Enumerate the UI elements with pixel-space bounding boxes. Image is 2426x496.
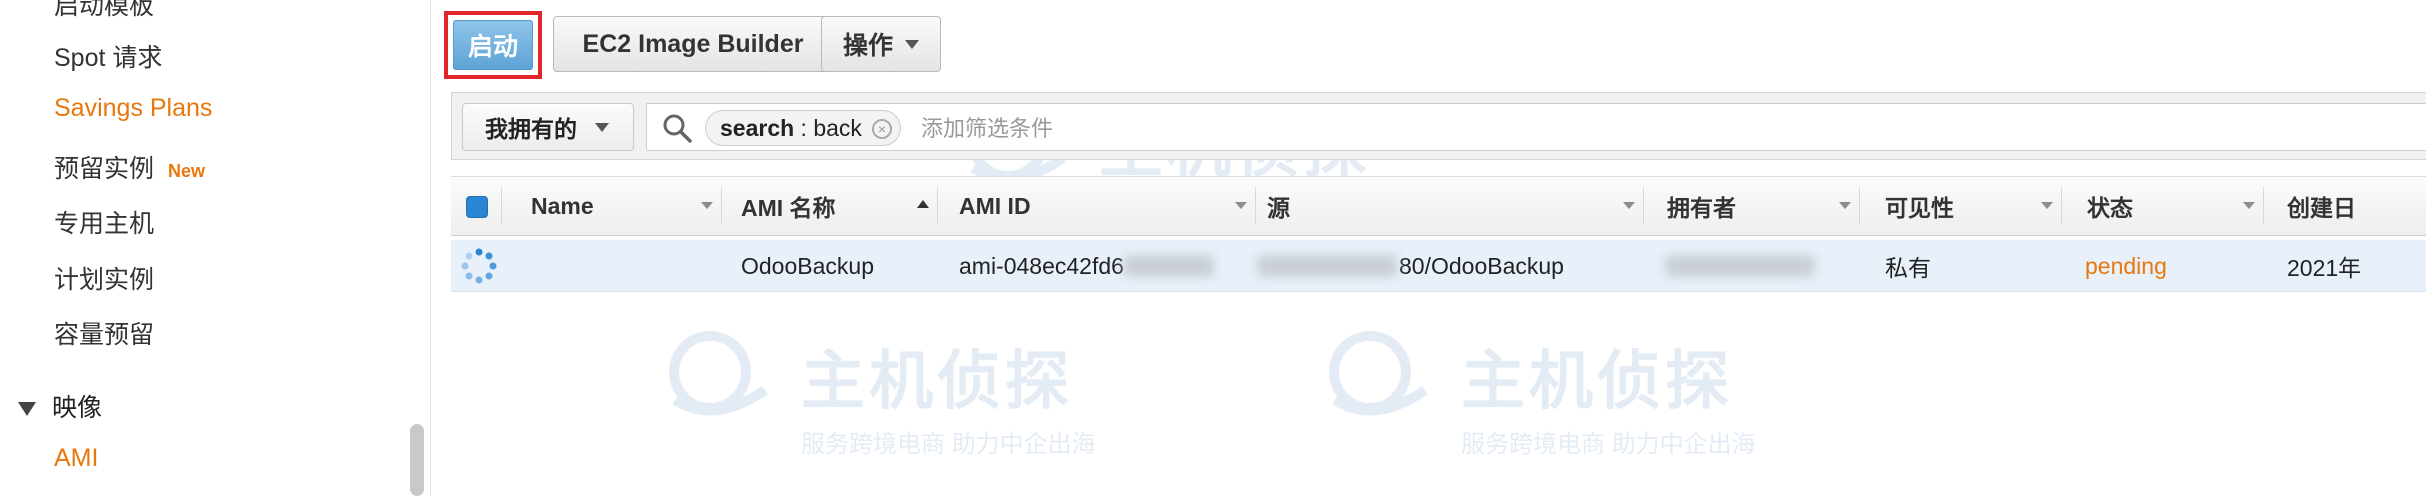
token-value: back [813, 114, 862, 141]
redacted-text [1665, 255, 1815, 277]
column-header-visibility[interactable]: 可见性 [1885, 177, 1954, 235]
column-divider [721, 187, 722, 225]
redacted-text [1123, 255, 1214, 277]
sidebar-item-ami[interactable]: AMI [54, 444, 98, 473]
column-header-ami-id[interactable]: AMI ID [959, 177, 1031, 235]
column-divider [937, 187, 938, 225]
sidebar-item-reserved-instances[interactable]: 预留实例 New [54, 149, 205, 185]
select-all-checkbox[interactable] [466, 196, 488, 218]
actions-label: 操作 [842, 32, 893, 60]
column-header-created[interactable]: 创建日 [2287, 177, 2356, 235]
column-divider [2061, 187, 2062, 225]
owner-filter-select[interactable]: 我拥有的 [462, 103, 634, 151]
column-header-label: AMI 名称 [741, 195, 836, 221]
column-header-label: 源 [1267, 195, 1290, 221]
cell-ami-name: OdooBackup [741, 252, 874, 279]
search-token[interactable]: search : back × [705, 110, 901, 146]
sort-icon[interactable] [701, 202, 713, 209]
sidebar-item-label: AMI [54, 444, 99, 472]
cell-visibility: 私有 [1885, 255, 1931, 281]
cell-owner [1665, 240, 1815, 292]
table-row[interactable]: OdooBackup ami-048ec42fd6 80/OdooBackup … [451, 240, 2426, 292]
sidebar-item-label: Spot 请求 [54, 44, 163, 72]
column-divider [1643, 187, 1644, 225]
sort-icon[interactable] [2041, 202, 2053, 209]
sidebar-item-label: Savings Plans [54, 94, 213, 122]
column-header-label: 可见性 [1885, 195, 1954, 221]
sidebar-item-label: 容量预留 [54, 321, 155, 349]
sidebar-item-label: 启动模板 [54, 0, 155, 20]
token-key: search [720, 114, 795, 141]
sidebar-item-launch-templates[interactable]: 启动模板 [54, 0, 154, 22]
sort-icon[interactable] [1235, 202, 1247, 209]
cell-created: 2021年 [2287, 255, 2362, 281]
sidebar-item-capacity-reservations[interactable]: 容量预留 [54, 315, 154, 351]
column-header-label: 状态 [2087, 195, 2133, 221]
token-separator: : [794, 114, 814, 141]
chevron-down-icon [595, 122, 609, 132]
close-icon[interactable]: × [871, 119, 892, 139]
column-divider [501, 187, 502, 225]
main-panel: 服务跨境电商 助力中企出海 服务跨境电商 助力中企出海 主机侦探 服务跨境电商 … [431, 0, 2426, 496]
column-divider [1859, 187, 1860, 225]
sidebar-item-spot-requests[interactable]: Spot 请求 [54, 38, 162, 74]
table-header: Name AMI 名称 AMI ID 源 拥有者 可见性 状态 创建日 [451, 176, 2426, 236]
search-box[interactable]: search : back × [646, 103, 2426, 151]
new-badge: New [168, 161, 206, 181]
sidebar-section-images[interactable]: 映像 [18, 388, 102, 424]
status-badge: pending [2085, 252, 2167, 279]
watermark-title: 主机侦探 [801, 345, 1073, 417]
column-header-label: Name [531, 192, 594, 219]
watermark-subtitle: 服务跨境电商 助力中企出海 [801, 431, 1096, 458]
sidebar-item-label: 专用主机 [54, 210, 155, 238]
sidebar-item-dedicated-hosts[interactable]: 专用主机 [54, 204, 154, 240]
owner-filter-value: 我拥有的 [485, 116, 577, 142]
sort-icon[interactable] [1623, 202, 1635, 209]
chevron-down-icon [905, 39, 919, 49]
search-icon [663, 114, 692, 143]
cell-source: 80/OdooBackup [1257, 240, 1564, 292]
column-header-ami-name[interactable]: AMI 名称 [741, 177, 836, 235]
image-builder-label: EC2 Image Builder [582, 29, 804, 58]
column-header-label: 拥有者 [1667, 195, 1736, 221]
launch-button[interactable]: 启动 [453, 20, 533, 70]
source-text: 80/OdooBackup [1399, 252, 1564, 279]
launch-button-highlight: 启动 [444, 11, 542, 79]
column-header-label: 创建日 [2287, 195, 2356, 221]
watermark-subtitle: 服务跨境电商 助力中企出海 [1461, 431, 1756, 458]
sidebar-item-scheduled-instances[interactable]: 计划实例 [54, 260, 154, 296]
column-divider [2263, 187, 2264, 225]
triangle-down-icon [18, 402, 36, 417]
sidebar-section-label: 映像 [52, 394, 103, 422]
column-header-status[interactable]: 状态 [2087, 177, 2133, 235]
watermark: 主机侦探 服务跨境电商 助力中企出海 [669, 330, 1096, 459]
cell-ami-id: ami-048ec42fd6 [959, 240, 1214, 292]
filter-input[interactable] [919, 110, 1523, 148]
image-builder-button[interactable]: EC2 Image Builder [553, 16, 833, 72]
redacted-text [1257, 255, 1397, 277]
watermark-title: 主机侦探 [1461, 345, 1733, 417]
column-header-name[interactable]: Name [531, 177, 594, 235]
sidebar-item-savings-plans[interactable]: Savings Plans [54, 94, 212, 123]
sidebar: 启动模板 Spot 请求 Savings Plans 预留实例 New 专用主机 … [0, 0, 431, 496]
column-header-owner[interactable]: 拥有者 [1667, 177, 1736, 235]
watermark-logo-icon [1329, 331, 1428, 416]
sort-icon[interactable] [1839, 202, 1851, 209]
ami-id-text: ami-048ec42fd6 [959, 252, 1124, 279]
sidebar-scrollbar[interactable] [410, 424, 424, 496]
watermark-logo-icon [669, 331, 768, 416]
loading-spinner-icon [461, 248, 497, 284]
column-header-label: AMI ID [959, 192, 1031, 219]
watermark: 主机侦探 服务跨境电商 助力中企出海 [1329, 330, 1756, 459]
column-divider [1255, 187, 1256, 225]
filter-bar: 我拥有的 search : back × [451, 92, 2426, 160]
actions-dropdown[interactable]: 操作 [821, 16, 941, 72]
sidebar-item-label: 预留实例 [54, 155, 155, 183]
column-header-source[interactable]: 源 [1267, 177, 1290, 235]
sort-icon[interactable] [2243, 202, 2255, 209]
sort-ascending-icon[interactable] [917, 200, 929, 208]
sidebar-item-label: 计划实例 [54, 266, 155, 294]
